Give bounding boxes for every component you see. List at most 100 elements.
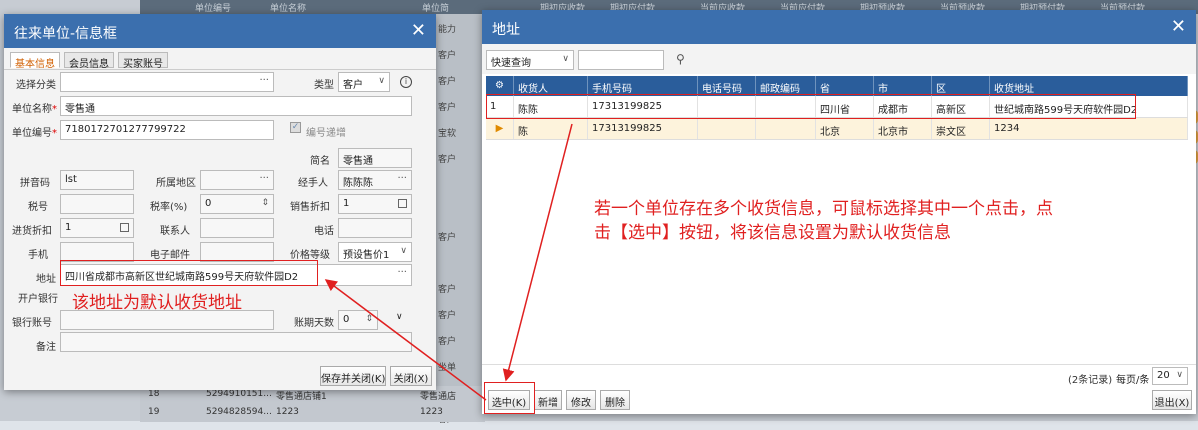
unit-code-input[interactable]: 7180172701277799722: [60, 120, 274, 140]
contact-label: 联系人: [160, 226, 190, 237]
more-icon[interactable]: ···: [259, 75, 269, 86]
bank-account-input[interactable]: [60, 310, 274, 330]
chevron-down-icon: ∨: [400, 246, 407, 256]
pinyin-label: 拼音码: [20, 178, 50, 189]
gear-icon[interactable]: ⚙: [486, 76, 514, 96]
bg-table-row: 19 5294828594... 1223 1223: [140, 404, 485, 422]
bg-header-col: 单位编号: [195, 4, 232, 14]
unit-name-value: 零售通: [65, 104, 95, 115]
tax-no-label: 税号: [28, 202, 48, 213]
edit-button[interactable]: 修改: [566, 390, 596, 410]
calculator-icon[interactable]: [120, 223, 129, 232]
pinyin-input[interactable]: lst: [60, 170, 134, 190]
tab-member-info[interactable]: 会员信息: [64, 52, 114, 70]
record-count: (2条记录): [1068, 375, 1113, 386]
search-icon[interactable]: ⚲: [676, 52, 685, 66]
col-header-city[interactable]: 市: [874, 76, 932, 96]
per-page-select[interactable]: 20 ∨: [1152, 367, 1188, 385]
contact-input[interactable]: [200, 218, 274, 238]
search-input[interactable]: [578, 50, 664, 70]
stepper-icon[interactable]: ⇕: [261, 198, 269, 208]
save-close-button[interactable]: 保存并关闭(K): [320, 366, 386, 386]
phone-input[interactable]: [338, 218, 412, 238]
delete-button[interactable]: 删除: [600, 390, 630, 410]
bg-row-code: 5294910151...: [206, 389, 272, 399]
dialog-title-bar: 往来单位-信息框 ✕: [4, 14, 436, 48]
short-name-value: 零售通: [343, 156, 373, 167]
purchase-discount-label: 进货折扣: [12, 226, 52, 237]
unit-name-input[interactable]: 零售通: [60, 96, 412, 116]
email-input[interactable]: [200, 242, 274, 262]
remark-label: 备注: [36, 342, 56, 353]
handler-input[interactable]: 陈陈陈 ···: [338, 170, 412, 190]
tax-no-input[interactable]: [60, 194, 134, 214]
account-days-input[interactable]: 0 ⇕: [338, 310, 378, 330]
cell-address: 1234: [990, 118, 1188, 139]
quick-search-select[interactable]: 快速查询 ∨: [486, 50, 574, 70]
more-icon[interactable]: ···: [397, 267, 407, 278]
short-name-input[interactable]: 零售通: [338, 148, 412, 168]
remark-input[interactable]: [60, 332, 412, 352]
close-icon[interactable]: ✕: [411, 20, 426, 41]
chevron-down-icon: ∨: [562, 54, 569, 64]
type-select[interactable]: 客户 ∨: [338, 72, 390, 92]
info-icon[interactable]: i: [400, 76, 412, 88]
dialog-title: 往来单位-信息框: [14, 26, 118, 42]
col-header-address[interactable]: 收货地址: [990, 76, 1188, 96]
price-level-label: 价格等级: [290, 250, 330, 261]
bg-row-num: 19: [148, 407, 160, 417]
bg-header-col: 单位简: [422, 4, 450, 14]
close-button[interactable]: 关闭(X): [390, 366, 432, 386]
add-button[interactable]: 新增: [534, 390, 562, 410]
bg-row-num: 18: [148, 389, 160, 399]
col-header-province[interactable]: 省: [816, 76, 874, 96]
right-annotation-line2: 击【选中】按钮，将该信息设置为默认收货信息: [594, 223, 951, 243]
address-dialog-title: 地址: [492, 22, 520, 38]
close-icon[interactable]: ✕: [1171, 16, 1186, 37]
auto-code-label: 编号递增: [306, 128, 346, 139]
account-days-label: 账期天数: [294, 318, 334, 329]
bg-header-col: 单位名称: [270, 4, 307, 14]
col-header-mobile[interactable]: 手机号码: [588, 76, 698, 96]
cell-province: 北京: [816, 118, 874, 139]
auto-code-checkbox[interactable]: ✓: [290, 122, 301, 133]
tax-rate-input[interactable]: 0 ⇕: [200, 194, 274, 214]
price-level-value: 预设售价1: [343, 250, 390, 261]
sale-discount-input[interactable]: 1: [338, 194, 412, 214]
address-table-header: ⚙ 收货人 手机号码 电话号码 邮政编码 省 市 区 收货地址: [486, 76, 1188, 96]
purchase-discount-value: 1: [65, 222, 72, 233]
region-input[interactable]: ···: [200, 170, 274, 190]
more-icon[interactable]: ···: [259, 173, 269, 184]
bank-account-label: 银行账号: [12, 318, 52, 329]
sale-discount-label: 销售折扣: [290, 202, 330, 213]
cell-phone: [698, 118, 756, 139]
bg-row-name: 1223: [276, 407, 299, 417]
chevron-down-icon[interactable]: ∨: [396, 312, 403, 322]
col-header-district[interactable]: 区: [932, 76, 990, 96]
cell-zip: [756, 118, 816, 139]
price-level-select[interactable]: 预设售价1 ∨: [338, 242, 412, 262]
tax-rate-label: 税率(%): [150, 202, 188, 213]
type-label: 类型: [314, 80, 334, 91]
address-label: 地址: [36, 274, 56, 285]
calculator-icon[interactable]: [398, 199, 407, 208]
purchase-discount-input[interactable]: 1: [60, 218, 134, 238]
table-row[interactable]: ▶ 陈 17313199825 北京 北京市 崇文区 1234: [486, 118, 1188, 140]
exit-button[interactable]: 退出(X): [1152, 390, 1192, 410]
unit-name-label: 单位名称*: [12, 104, 57, 115]
unit-code-label: 单位编号*: [12, 128, 57, 139]
col-header-receiver[interactable]: 收货人: [514, 76, 588, 96]
dialog-tabs: 基本信息 会员信息 买家账号: [4, 48, 436, 70]
tab-basic-info[interactable]: 基本信息: [10, 52, 60, 70]
phone-label: 电话: [314, 226, 334, 237]
col-header-phone[interactable]: 电话号码: [698, 76, 756, 96]
category-input[interactable]: ···: [60, 72, 274, 92]
col-header-zip[interactable]: 邮政编码: [756, 76, 816, 96]
stepper-icon[interactable]: ⇕: [365, 314, 373, 324]
more-icon[interactable]: ···: [397, 173, 407, 184]
address-toolbar: 快速查询 ∨ ⚲: [482, 44, 1196, 74]
email-label: 电子邮件: [150, 250, 190, 261]
mobile-input[interactable]: [60, 242, 134, 262]
right-annotation-line1: 若一个单位存在多个收货信息，可鼠标选择其中一个点击，点: [594, 199, 1053, 219]
tab-buyer-account[interactable]: 买家账号: [118, 52, 168, 70]
